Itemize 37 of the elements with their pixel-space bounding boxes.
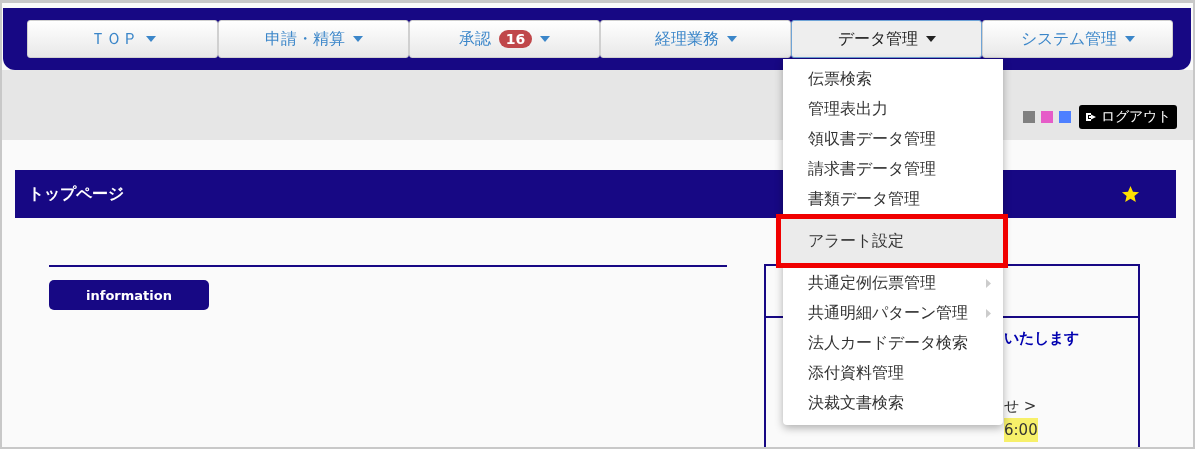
- menu-item[interactable]: 領収書データ管理: [783, 124, 1003, 154]
- nav-tab[interactable]: 承認 16: [409, 20, 600, 58]
- count-badge: 16: [498, 30, 533, 48]
- caret-icon: [540, 36, 551, 42]
- nav-tab[interactable]: 経理業務: [600, 20, 791, 58]
- caret-icon: [145, 36, 156, 42]
- page-title: トップページ: [28, 183, 124, 205]
- logout-button[interactable]: ログアウト: [1079, 105, 1177, 129]
- menu-item[interactable]: 共通定例伝票管理: [783, 268, 1003, 298]
- caret-icon: [726, 36, 737, 42]
- logout-icon: [1085, 111, 1097, 123]
- notice-text: せ >: [1004, 396, 1037, 417]
- submenu-arrow-icon: [986, 278, 991, 288]
- menu-item[interactable]: 共通明細パターン管理: [783, 298, 1003, 328]
- menu-item[interactable]: 添付資料管理: [783, 358, 1003, 388]
- information-button[interactable]: information: [49, 280, 209, 310]
- caret-icon: [1124, 36, 1135, 42]
- theme-swatch[interactable]: [1041, 111, 1053, 123]
- nav-tab[interactable]: システム管理: [982, 20, 1173, 58]
- menu-item[interactable]: 伝票検索: [783, 64, 1003, 94]
- menu-item[interactable]: 書類データ管理: [783, 184, 1003, 214]
- nav-tab[interactable]: ＴＯＰ: [27, 20, 218, 58]
- star-icon[interactable]: [1121, 184, 1140, 204]
- notice-text: 6:00: [1004, 418, 1038, 442]
- nav-tab[interactable]: 申請・精算: [218, 20, 409, 58]
- submenu-arrow-icon: [986, 308, 991, 318]
- notice-text: いたします: [1004, 328, 1079, 349]
- caret-icon: [925, 36, 936, 42]
- menu-item[interactable]: 決裁文書検索: [783, 388, 1003, 418]
- theme-swatch[interactable]: [1059, 111, 1071, 123]
- menu-item[interactable]: アラート設定: [776, 214, 1008, 268]
- menu-item[interactable]: 管理表出力: [783, 94, 1003, 124]
- menu-item[interactable]: 請求書データ管理: [783, 154, 1003, 184]
- caret-icon: [352, 36, 363, 42]
- nav-tab[interactable]: データ管理: [791, 20, 982, 58]
- menu-item[interactable]: 法人カードデータ検索: [783, 328, 1003, 358]
- theme-swatch[interactable]: [1023, 111, 1035, 123]
